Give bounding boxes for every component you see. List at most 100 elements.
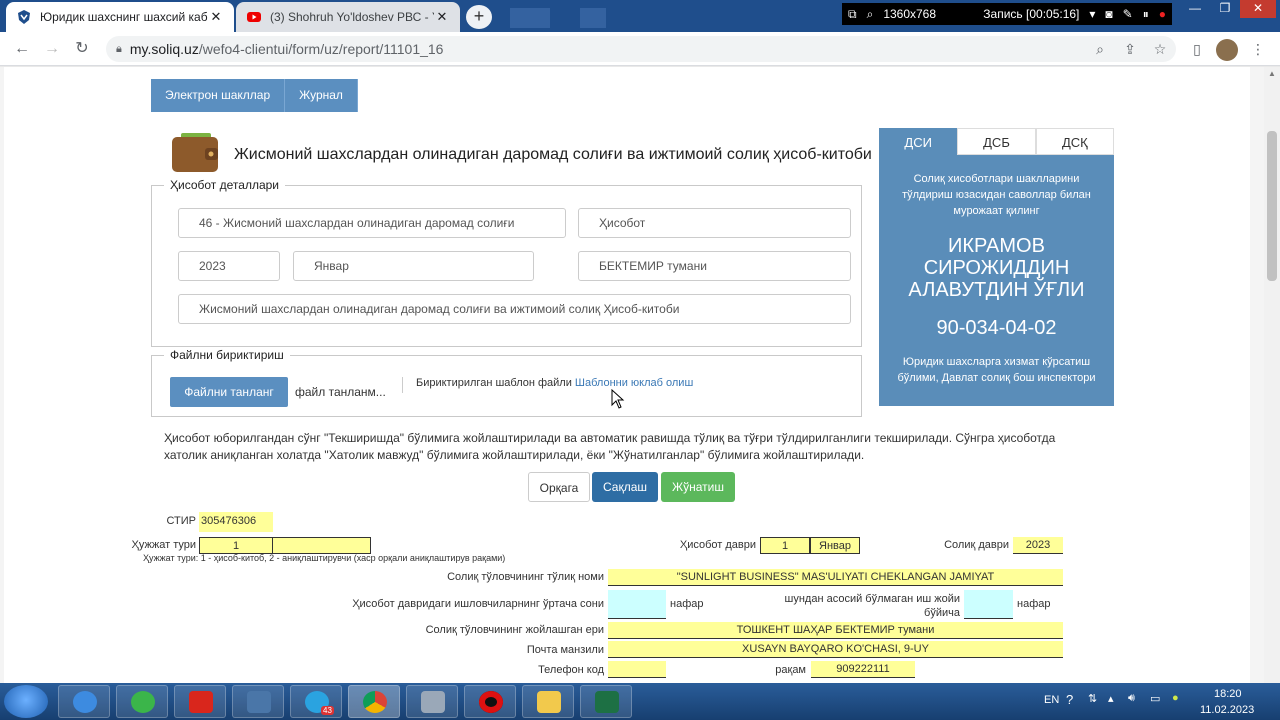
help-icon[interactable]: ? xyxy=(1066,692,1073,707)
pause-icon[interactable]: ⏸ xyxy=(1143,7,1149,22)
network-icon[interactable]: ⇅ xyxy=(1088,692,1097,705)
bookmark-star-icon[interactable]: ☆ xyxy=(1150,39,1170,59)
phone-number-label: рақам xyxy=(775,664,806,676)
download-template-link[interactable]: Шаблонни юклаб олиш xyxy=(575,377,693,389)
template-label: Бириктирилган шаблон файли xyxy=(416,377,572,389)
vk-taskbar-button[interactable] xyxy=(232,685,284,718)
start-button-icon[interactable] xyxy=(4,685,48,718)
close-tab-icon[interactable]: ✕ xyxy=(208,9,224,25)
inspector-question: Солиқ хисоботлари шаклларини тўлдириш юз… xyxy=(902,173,1091,217)
tab-youtube[interactable]: (3) Shohruh Yo'ldoshev РВС - You... ✕ xyxy=(236,2,460,32)
pen-icon[interactable]: ✎ xyxy=(1123,7,1133,21)
close-window-icon[interactable]: ✕ xyxy=(1240,0,1276,18)
form-name-select[interactable]: Жисмоний шахслардан олинадиган даромад с… xyxy=(178,294,851,324)
tab-dsq[interactable]: ДСҚ xyxy=(1035,128,1114,155)
record-app-icon xyxy=(479,691,503,713)
language-indicator[interactable]: EN xyxy=(1044,694,1059,706)
non-main-label-line2: бўйича xyxy=(924,607,960,619)
nav-journal[interactable]: Журнал xyxy=(285,79,358,112)
windows-taskbar: 43 EN ? ⇅ ▴ 🔊︎ ▭ ● 18:20 11.02.2023 xyxy=(0,683,1280,720)
wechat-taskbar-button[interactable] xyxy=(116,685,168,718)
minimize-icon[interactable]: — xyxy=(1180,0,1210,18)
save-button[interactable]: Сақлаш xyxy=(592,472,658,502)
acrobat-icon xyxy=(189,691,213,713)
clock-date[interactable]: 11.02.2023 xyxy=(1200,704,1254,716)
scroll-up-icon[interactable]: ▲ xyxy=(1268,69,1276,78)
background-window-icon xyxy=(510,8,550,28)
camera-icon[interactable]: ◙ xyxy=(1105,7,1112,21)
choose-file-button[interactable]: Файлни танланг xyxy=(170,377,288,407)
stir-label: СТИР xyxy=(166,515,196,527)
attach-legend: Файлни бириктириш xyxy=(164,348,290,362)
doc-type-extra[interactable] xyxy=(272,537,371,554)
tab-soliq[interactable]: Юридик шахснинг шахсий каби... ✕ xyxy=(6,2,234,32)
reload-icon[interactable]: ↻ xyxy=(72,39,92,59)
excel-icon xyxy=(595,691,619,713)
non-main-label: шундан асосий бўлмаган иш жойи бўйича xyxy=(770,592,960,620)
inspector-department: Юридик шахсларга хизмат кўрсатиш бўлими,… xyxy=(897,356,1096,384)
non-main-label-line1: шундан асосий бўлмаган иш жойи xyxy=(784,593,960,605)
top-navigation: Электрон шакллар Журнал xyxy=(151,79,358,112)
district-select[interactable]: БЕКТЕМИР тумани xyxy=(578,251,851,281)
tax-type-select[interactable]: 46 - Жисмоний шахслардан олинадиган даро… xyxy=(178,208,566,238)
recorder-taskbar-button[interactable] xyxy=(464,685,516,718)
period-month[interactable]: Январ xyxy=(810,537,860,554)
send-button[interactable]: Жўнатиш xyxy=(661,472,735,502)
profile-avatar[interactable] xyxy=(1216,39,1238,61)
calculator-taskbar-button[interactable] xyxy=(406,685,458,718)
avg-workers-input[interactable] xyxy=(608,590,666,619)
address-bar[interactable]: 🔒︎ my.soliq.uz /wefo4-clientui/form/uz/r… xyxy=(106,36,1176,62)
share-icon[interactable]: ⇪ xyxy=(1120,39,1140,59)
acrobat-taskbar-button[interactable] xyxy=(174,685,226,718)
non-main-workers-input[interactable] xyxy=(964,590,1013,619)
chevron-down-icon[interactable]: ▾ xyxy=(1089,7,1095,21)
back-arrow-icon[interactable]: ← xyxy=(12,39,32,59)
doc-kind-select[interactable]: Ҳисобот xyxy=(578,208,851,238)
tray-expand-icon[interactable]: ▴ xyxy=(1108,692,1114,705)
chrome-taskbar-button[interactable] xyxy=(348,685,400,718)
excel-taskbar-button[interactable] xyxy=(580,685,632,718)
ie-taskbar-button[interactable] xyxy=(58,685,110,718)
explorer-taskbar-button[interactable] xyxy=(522,685,574,718)
zoom-lens-icon[interactable]: ⌕ xyxy=(1090,39,1110,59)
tab-dsi[interactable]: ДСИ xyxy=(879,128,958,155)
phone-code-value[interactable] xyxy=(608,661,666,678)
page-scrollbar[interactable]: ▲ xyxy=(1264,67,1280,683)
year-select[interactable]: 2023 xyxy=(178,251,280,281)
doc-type-note: Ҳужжат тури: 1 - ҳисоб-китоб, 2 - аниқла… xyxy=(143,553,506,563)
period-num[interactable]: 1 xyxy=(760,537,810,554)
calculator-icon xyxy=(421,691,445,713)
back-button[interactable]: Орқага xyxy=(528,472,590,502)
inspector-tabs: ДСИ ДСБ ДСҚ xyxy=(879,128,1114,155)
report-details-legend: Ҳисобот деталлари xyxy=(164,178,285,192)
close-tab-icon[interactable]: ✕ xyxy=(434,9,450,25)
month-select[interactable]: Январ xyxy=(293,251,534,281)
tax-period-label: Солиқ даври xyxy=(944,539,1009,551)
tab-dsb[interactable]: ДСБ xyxy=(957,128,1036,155)
new-tab-button[interactable]: + xyxy=(466,5,492,29)
no-file-label: файл танланм... xyxy=(295,385,386,399)
side-panel-icon[interactable]: ▯ xyxy=(1187,39,1207,59)
address-value[interactable]: XUSAYN BAYQARO KO'CHASI, 9-UY xyxy=(608,641,1063,658)
telegram-taskbar-button[interactable]: 43 xyxy=(290,685,342,718)
record-icon[interactable]: ● xyxy=(1159,7,1166,21)
display-icon[interactable]: ▭ xyxy=(1150,692,1160,705)
tab-title: Юридик шахснинг шахсий каби... xyxy=(40,10,208,24)
tax-period-value[interactable]: 2023 xyxy=(1013,537,1063,554)
report-title: Жисмоний шахслардан олинадиган даромад с… xyxy=(234,146,872,163)
background-window-icon xyxy=(580,8,606,28)
scrollbar-thumb[interactable] xyxy=(1267,131,1277,281)
location-value[interactable]: ТОШКЕНТ ШАҲАР БЕКТЕМИР тумани xyxy=(608,622,1063,639)
payer-name-value[interactable]: "SUNLIGHT BUSINESS" MAS'ULIYATI CHEKLANG… xyxy=(608,569,1063,586)
doc-type-value[interactable]: 1 xyxy=(199,537,273,554)
clock-time[interactable]: 18:20 xyxy=(1214,688,1242,700)
doc-type-label: Ҳужжат тури xyxy=(131,539,196,551)
phone-number-value[interactable]: 909222111 xyxy=(811,661,915,678)
menu-kebab-icon[interactable]: ⋮ xyxy=(1248,39,1268,59)
stir-value[interactable]: 305476306 xyxy=(199,512,273,532)
restore-icon[interactable]: ❐ xyxy=(1210,0,1240,18)
nav-electronic-forms[interactable]: Электрон шакллар xyxy=(151,79,286,112)
forward-arrow-icon[interactable]: → xyxy=(42,39,62,59)
tray-app-icon[interactable]: ● xyxy=(1172,692,1179,704)
volume-icon[interactable]: 🔊︎ xyxy=(1128,692,1135,705)
